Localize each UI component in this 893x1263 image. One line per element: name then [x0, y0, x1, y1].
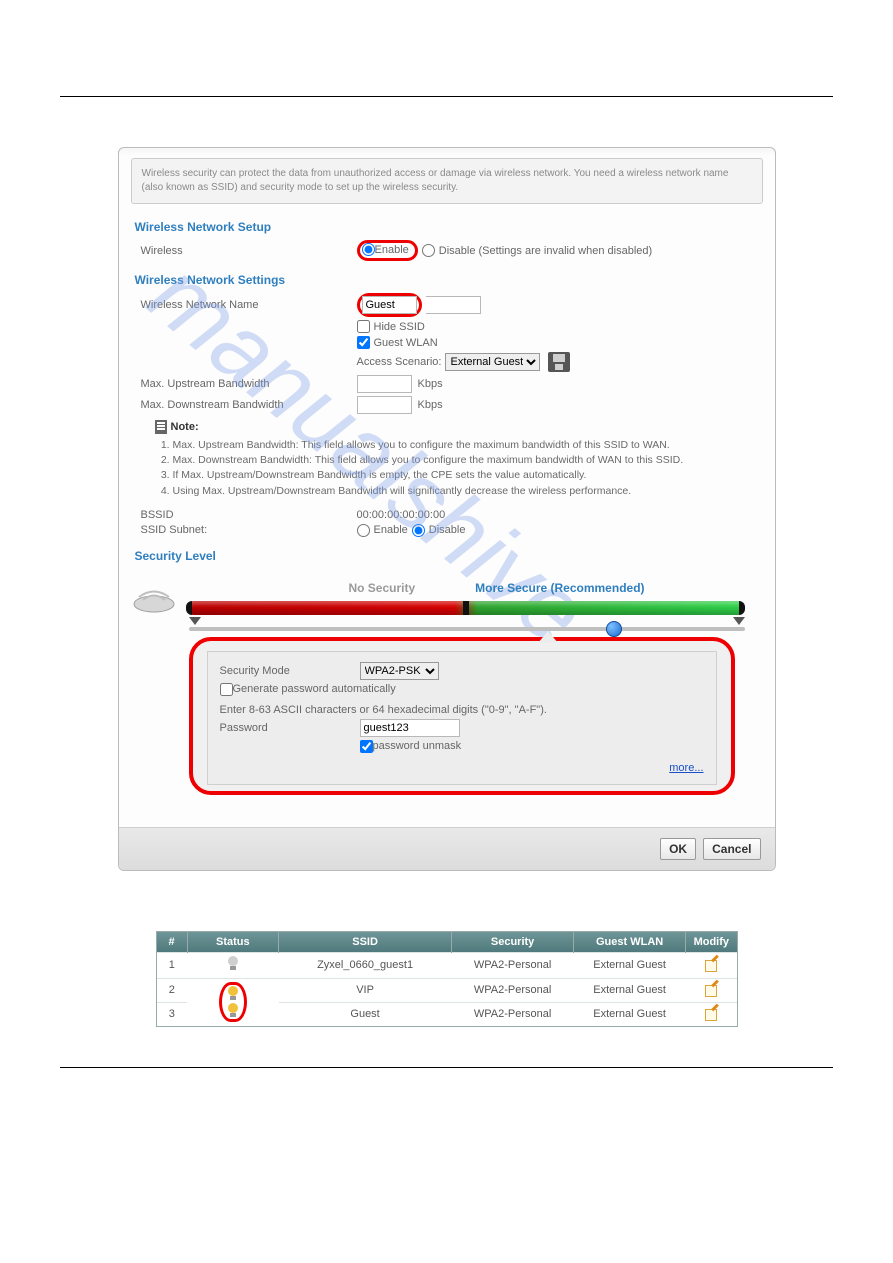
password-label: Password [220, 722, 360, 734]
security-slider-rail [189, 627, 745, 631]
no-security-label: No Security [348, 581, 415, 595]
cell-ssid: Guest [279, 1002, 452, 1026]
guest-wlan-checkbox[interactable] [357, 336, 370, 349]
hide-ssid-checkbox[interactable] [357, 320, 370, 333]
save-icon[interactable] [548, 352, 570, 372]
cell-ssid: Zyxel_0660_guest1 [279, 952, 452, 978]
security-level-area: No Security More Secure (Recommended) Se… [131, 581, 763, 809]
network-name-input[interactable] [362, 296, 417, 314]
col-guest: Guest WLAN [574, 932, 686, 953]
ssid-subnet-disable-label: Disable [429, 524, 466, 536]
table-row: 2 VIP WPA2-Personal External Guest [157, 978, 737, 1002]
note-heading: Note: [155, 420, 759, 434]
max-upstream-label: Max. Upstream Bandwidth [135, 378, 357, 390]
bulb-icon[interactable] [227, 986, 239, 1002]
security-slider-knob[interactable] [606, 621, 622, 637]
table-row: 1 Zyxel_0660_guest1 WPA2-Personal Extern… [157, 952, 737, 978]
max-downstream-label: Max. Downstream Bandwidth [135, 399, 357, 411]
bulb-icon[interactable] [227, 1003, 239, 1019]
marker-icon [189, 617, 201, 625]
cell-security: WPA2-Personal [452, 1002, 574, 1026]
security-bar [187, 601, 745, 615]
cell-security: WPA2-Personal [452, 952, 574, 978]
cell-number: 2 [157, 978, 188, 1002]
cell-guest: External Guest [574, 1002, 686, 1026]
ok-button[interactable]: OK [660, 838, 696, 860]
col-ssid: SSID [279, 932, 452, 953]
bssid-value: 00:00:00:00:00:00 [357, 509, 446, 521]
access-scenario-label: Access Scenario: [357, 356, 442, 368]
network-name-input-ext[interactable] [426, 296, 481, 314]
note-item: Max. Upstream Bandwidth: This field allo… [173, 438, 759, 453]
ssid-subnet-label: SSID Subnet: [135, 524, 357, 536]
password-hint: Enter 8-63 ASCII characters or 64 hexade… [220, 704, 704, 716]
security-mode-select[interactable]: WPA2-PSK [360, 662, 439, 680]
note-icon [155, 420, 167, 434]
col-security: Security [452, 932, 574, 953]
col-status: Status [187, 932, 279, 953]
max-upstream-input[interactable] [357, 375, 412, 393]
section-title-settings: Wireless Network Settings [135, 273, 759, 287]
access-scenario-select[interactable]: External Guest [445, 353, 540, 371]
section-title-security: Security Level [135, 549, 759, 563]
password-unmask-label: password unmask [373, 740, 462, 752]
edit-icon[interactable] [704, 1006, 718, 1020]
password-unmask-checkbox[interactable] [360, 740, 373, 753]
dialog-button-bar: OK Cancel [119, 827, 775, 870]
cell-number: 3 [157, 1002, 188, 1026]
generate-password-checkbox[interactable] [220, 683, 233, 696]
bssid-label: BSSID [135, 509, 357, 521]
generate-password-label: Generate password automatically [233, 683, 396, 695]
note-list: Max. Upstream Bandwidth: This field allo… [135, 438, 759, 499]
ssid-table-wrap: # Status SSID Security Guest WLAN Modify… [156, 931, 738, 1027]
edit-icon[interactable] [704, 982, 718, 996]
ssid-subnet-enable-label: Enable [374, 524, 408, 536]
router-icon [131, 584, 177, 614]
more-link[interactable]: more... [669, 762, 703, 774]
note-item: If Max. Upstream/Downstream Bandwidth is… [173, 468, 759, 483]
cancel-button[interactable]: Cancel [703, 838, 760, 860]
cell-security: WPA2-Personal [452, 978, 574, 1002]
password-input[interactable] [360, 719, 460, 737]
col-modify: Modify [686, 932, 737, 953]
hide-ssid-label: Hide SSID [374, 321, 425, 333]
page-rule-bottom [60, 1067, 833, 1068]
note-item: Using Max. Upstream/Downstream Bandwidth… [173, 484, 759, 499]
annotation-status-circle [219, 982, 247, 1022]
kbps-unit-down: Kbps [418, 399, 443, 411]
annotation-security-box: Security Mode WPA2-PSK Generate password… [189, 637, 735, 795]
annotation-enable-circle: Enable [357, 240, 418, 261]
kbps-unit-up: Kbps [418, 378, 443, 390]
col-number: # [157, 932, 188, 953]
wireless-enable-radio[interactable] [362, 243, 375, 256]
more-secure-label: More Secure (Recommended) [475, 581, 644, 595]
ssid-subnet-enable-radio[interactable] [357, 524, 370, 537]
max-downstream-input[interactable] [357, 396, 412, 414]
security-mode-label: Security Mode [220, 665, 360, 677]
bulb-icon[interactable] [227, 956, 239, 972]
enable-label: Enable [375, 244, 409, 256]
ssid-subnet-disable-radio[interactable] [412, 524, 425, 537]
guest-wlan-label: Guest WLAN [374, 337, 438, 349]
cell-number: 1 [157, 952, 188, 978]
marker-icon [733, 617, 745, 625]
page-rule-top [60, 96, 833, 97]
section-title-setup: Wireless Network Setup [135, 220, 759, 234]
ssid-table: # Status SSID Security Guest WLAN Modify… [157, 932, 737, 1026]
note-item: Max. Downstream Bandwidth: This field al… [173, 453, 759, 468]
cell-guest: External Guest [574, 952, 686, 978]
network-name-label: Wireless Network Name [135, 299, 357, 311]
cell-ssid: VIP [279, 978, 452, 1002]
intro-text: Wireless security can protect the data f… [131, 158, 763, 204]
annotation-name-circle [357, 293, 422, 317]
wireless-config-panel: manualshive.com Wireless security can pr… [118, 147, 776, 871]
wireless-disable-radio[interactable] [422, 244, 435, 257]
disable-label: Disable (Settings are invalid when disab… [439, 245, 652, 257]
wireless-label: Wireless [135, 245, 357, 257]
edit-icon[interactable] [704, 957, 718, 971]
cell-guest: External Guest [574, 978, 686, 1002]
